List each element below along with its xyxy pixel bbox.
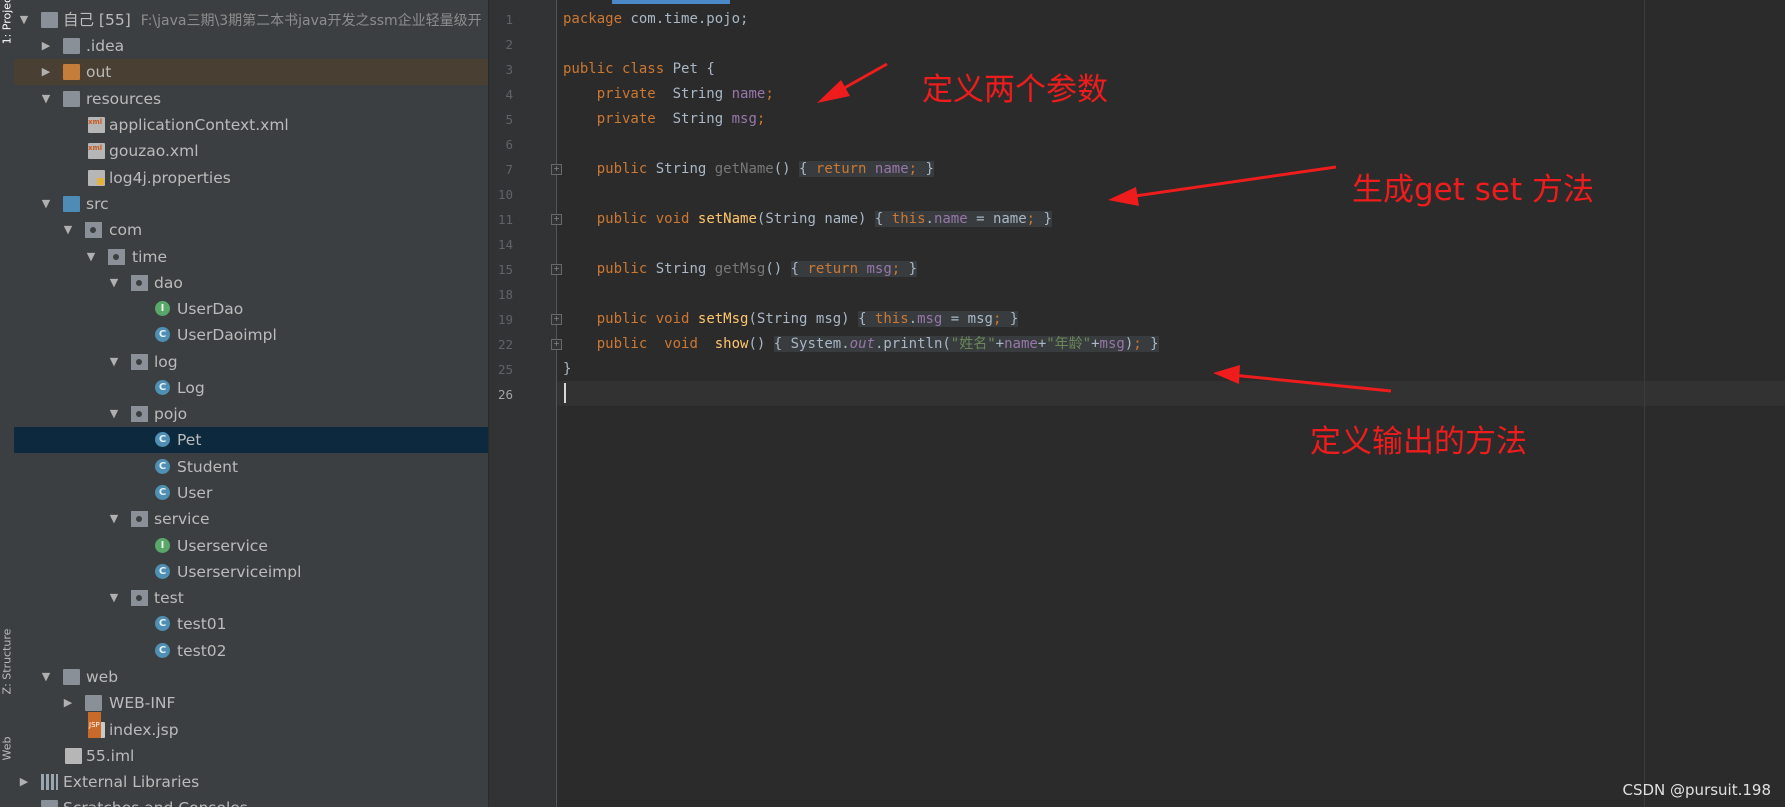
arrow-to-getset <box>1108 165 1337 206</box>
annotation-getset: 生成get set 方法 <box>1352 172 1594 208</box>
arrow-to-show <box>1213 365 1392 393</box>
arrow-to-fields <box>817 62 888 103</box>
annotation-show: 定义输出的方法 <box>1310 424 1527 460</box>
watermark: CSDN @pursuit.198 <box>1622 781 1772 799</box>
annotation-fields: 定义两个参数 <box>922 72 1108 108</box>
annotation-arrows <box>817 62 1392 393</box>
